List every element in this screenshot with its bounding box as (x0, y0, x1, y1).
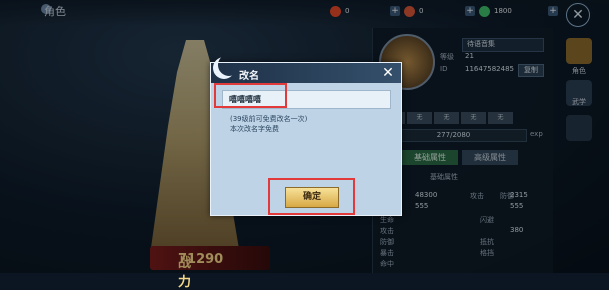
moon-icon (213, 57, 235, 79)
note-line-2: 本次改名字免费 (230, 125, 279, 133)
confirm-highlight (268, 178, 355, 215)
dialog-header: 改名 ✕ (211, 63, 401, 83)
input-highlight (214, 83, 287, 108)
dialog-title: 改名 (239, 71, 259, 82)
note-line-1: (39级前可免费改名一次) (230, 115, 308, 123)
dialog-close-icon[interactable]: ✕ (381, 66, 395, 80)
rename-note: (39级前可免费改名一次) 本次改名字免费 (230, 114, 307, 134)
